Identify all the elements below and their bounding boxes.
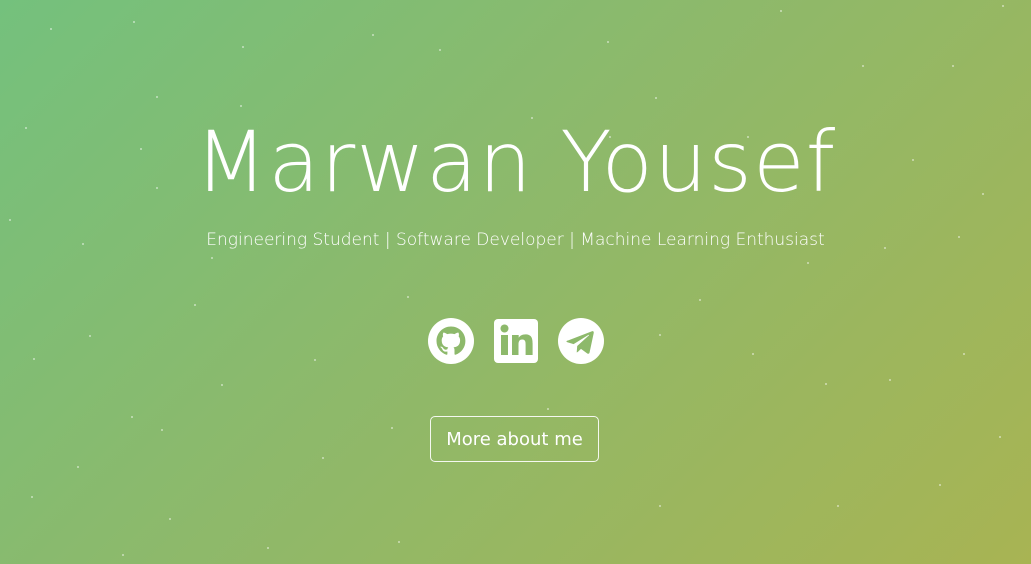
hero-name: Marwan Yousef: [194, 113, 837, 211]
github-link[interactable]: [427, 317, 475, 365]
telegram-icon: [557, 318, 604, 364]
hero-section: Marwan Yousef Engineering Student | Soft…: [0, 0, 1031, 564]
social-links: [0, 317, 1031, 365]
hero-tagline: Engineering Student | Software Developer…: [206, 230, 825, 250]
linkedin-icon: [493, 319, 538, 363]
linkedin-link[interactable]: [492, 317, 540, 365]
more-about-me-button[interactable]: More about me: [430, 416, 599, 462]
telegram-link[interactable]: [557, 317, 605, 365]
github-icon: [427, 318, 474, 364]
